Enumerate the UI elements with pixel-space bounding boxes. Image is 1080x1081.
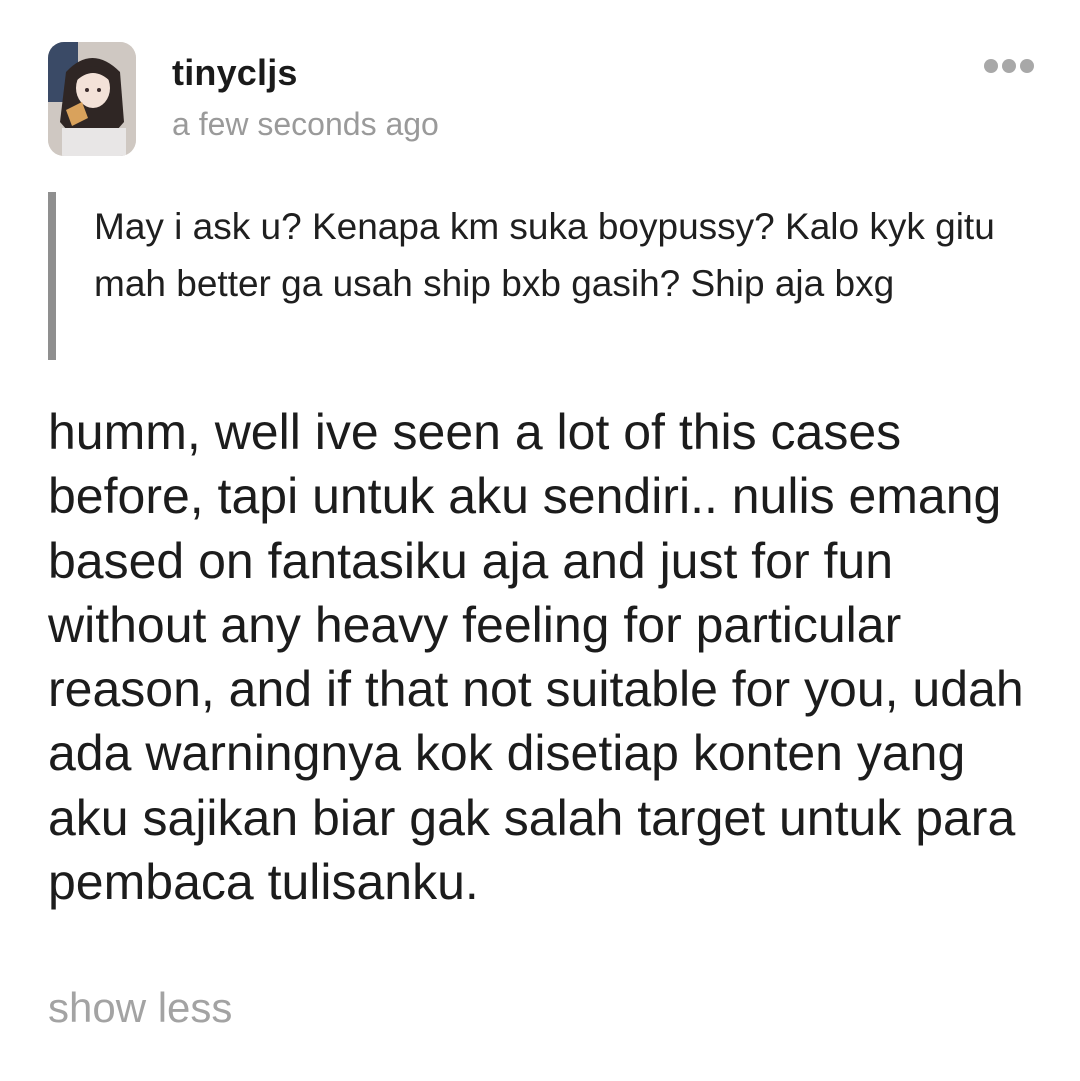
username[interactable]: tinycljs (172, 52, 298, 94)
question-quote: May i ask u? Kenapa km suka boypussy? Ka… (48, 192, 1008, 360)
show-less-link[interactable]: show less (48, 984, 232, 1032)
more-horizontal-icon (1020, 59, 1034, 73)
more-horizontal-icon (1002, 59, 1016, 73)
quote-bar (48, 192, 56, 360)
timestamp: a few seconds ago (172, 106, 439, 142)
avatar-image (48, 42, 136, 156)
more-horizontal-icon (984, 59, 998, 73)
answer-text: humm, well ive seen a lot of this cases … (48, 404, 1024, 911)
question-text: May i ask u? Kenapa km suka boypussy? Ka… (94, 206, 995, 304)
more-options-button[interactable] (978, 50, 1038, 82)
avatar[interactable] (48, 42, 136, 156)
answer-post: tinycljs a few seconds ago May i ask u? … (0, 0, 1080, 1081)
